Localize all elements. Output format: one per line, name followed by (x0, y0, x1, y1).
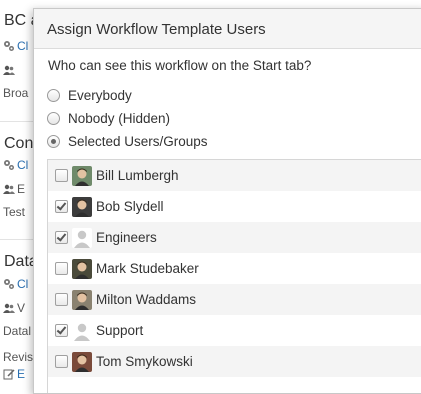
bg-section-link[interactable]: Cl (17, 277, 28, 291)
edit-icon (3, 368, 15, 380)
bg-section-user-row: V (3, 301, 25, 315)
bg-section-desc: Datal (3, 324, 32, 338)
bg-section-link[interactable]: Cl (17, 39, 28, 53)
users-icon (3, 183, 15, 195)
member-name: Bill Lumbergh (96, 168, 179, 183)
user-avatar-icon (72, 351, 92, 372)
gears-icon (3, 40, 15, 52)
bg-section-link-row[interactable]: Cl (3, 277, 28, 291)
bg-section-title: Con (4, 135, 34, 152)
member-checkbox[interactable] (55, 169, 68, 182)
users-icon (3, 302, 15, 314)
member-row[interactable]: Bill Lumbergh (48, 160, 421, 191)
user-avatar-icon (72, 196, 92, 217)
bg-section-user: V (17, 301, 26, 315)
dialog-title: Assign Workflow Template Users (47, 21, 266, 38)
member-checkbox[interactable] (55, 293, 68, 306)
member-row[interactable]: Bob Slydell (48, 191, 421, 222)
member-row[interactable]: Mark Studebaker (48, 253, 421, 284)
radio-nobody-hidden[interactable] (47, 111, 60, 125)
member-checkbox[interactable] (55, 355, 68, 368)
member-row[interactable]: Support (48, 315, 421, 346)
gears-icon (3, 159, 15, 171)
member-checkbox[interactable] (55, 262, 68, 275)
option-label: Selected Users/Groups (68, 133, 208, 149)
option-selected-users-groups[interactable]: Selected Users/Groups (47, 132, 208, 150)
bg-section-link-row[interactable]: Cl (3, 39, 28, 53)
option-everybody[interactable]: Everybody (47, 86, 132, 104)
member-checkbox[interactable] (55, 324, 68, 337)
option-nobody-hidden[interactable]: Nobody (Hidden) (47, 109, 170, 127)
user-avatar-icon (72, 289, 92, 310)
assign-users-dialog: Assign Workflow Template Users Who can s… (33, 8, 421, 394)
member-name: Bob Slydell (96, 199, 164, 214)
bg-section-desc: Test (3, 205, 26, 219)
bg-section-edit-row[interactable]: E (3, 367, 25, 381)
bg-section-user-row: E (3, 182, 25, 196)
option-label: Everybody (68, 87, 132, 103)
bg-section-desc: Broa (3, 86, 29, 100)
user-avatar-icon (72, 165, 92, 186)
bg-section-user-row (3, 64, 15, 76)
member-name: Engineers (96, 230, 157, 245)
group-avatar-icon (72, 227, 92, 248)
member-name: Milton Waddams (96, 292, 197, 307)
dialog-header: Assign Workflow Template Users (34, 9, 421, 49)
member-row[interactable]: Engineers (48, 222, 421, 253)
option-label: Nobody (Hidden) (68, 110, 171, 126)
member-name: Tom Smykowski (96, 354, 193, 369)
radio-everybody[interactable] (47, 88, 60, 102)
bg-section-extra: Revis (3, 350, 34, 364)
member-name: Mark Studebaker (96, 261, 199, 276)
member-row[interactable]: Milton Waddams (48, 284, 421, 315)
visibility-question: Who can see this workflow on the Start t… (48, 58, 312, 73)
member-name: Support (96, 323, 144, 338)
users-icon (3, 64, 15, 76)
user-avatar-icon (72, 258, 92, 279)
bg-edit-link[interactable]: E (17, 367, 25, 381)
bg-section-link[interactable]: Cl (17, 158, 28, 172)
radio-selected-users-groups[interactable] (47, 134, 60, 148)
member-list: Bill Lumbergh Bob Slydell Engineers Mark St… (47, 159, 421, 393)
gears-icon (3, 278, 15, 290)
bg-section-user: E (17, 182, 26, 196)
bg-section-link-row[interactable]: Cl (3, 158, 28, 172)
member-checkbox[interactable] (55, 231, 68, 244)
member-checkbox[interactable] (55, 200, 68, 213)
member-row[interactable]: Tom Smykowski (48, 346, 421, 377)
group-avatar-icon (72, 320, 92, 341)
